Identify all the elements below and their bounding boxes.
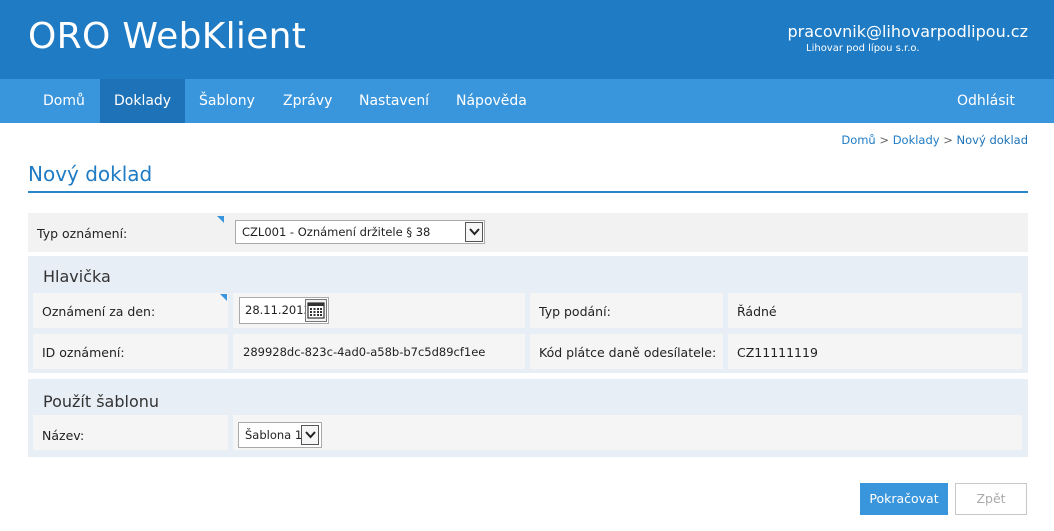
typ-podani-value: Řádné [737, 304, 777, 319]
typ-oznameni-select[interactable]: CZL001 - Oznámení držitele § 38 [235, 220, 485, 244]
user-email[interactable]: pracovnik@lihovarpodlipou.cz [788, 22, 1028, 41]
breadcrumb-item-domu[interactable]: Domů [841, 133, 875, 147]
typ-oznameni-label: Typ oznámení: [37, 226, 128, 241]
typ-oznameni-row: Typ oznámení: CZL001 - Oznámení držitele… [28, 213, 1028, 252]
date-value: 28.11.2013 [245, 303, 311, 317]
id-value-cell: 289928dc-823c-4ad0-a58b-b7c5d89cf1ee [233, 334, 525, 369]
calendar-icon[interactable] [305, 299, 327, 322]
chevron-down-icon[interactable] [301, 425, 319, 445]
typ-podani-label-cell: Typ podání: [530, 293, 723, 328]
kod-value: CZ11111119 [737, 345, 818, 360]
nav-item-sablony[interactable]: Šablony [185, 79, 269, 123]
breadcrumb-separator: > [879, 133, 890, 147]
id-value: 289928dc-823c-4ad0-a58b-b7c5d89cf1ee [243, 345, 486, 359]
template-name-label-cell: Název: [33, 415, 228, 450]
title-divider [28, 191, 1028, 193]
nav-item-nastaveni[interactable]: Nastavení [345, 79, 443, 123]
required-marker [217, 216, 224, 223]
chevron-down-icon[interactable] [465, 222, 483, 242]
template-select[interactable]: Šablona 1 [238, 422, 322, 448]
nav-item-napoveda[interactable]: Nápověda [442, 79, 541, 123]
template-name-value-cell [233, 415, 1022, 450]
template-name-value: Šablona 1 [245, 428, 303, 442]
nav-item-doklady[interactable]: Doklady [100, 79, 185, 123]
breadcrumb-separator: > [943, 133, 953, 147]
typ-oznameni-value: CZL001 - Oznámení držitele § 38 [242, 225, 431, 239]
required-marker [220, 294, 227, 301]
id-label: ID oznámení: [42, 345, 125, 360]
kod-value-cell: CZ11111119 [728, 334, 1022, 369]
continue-button[interactable]: Pokračovat [860, 483, 948, 515]
date-label: Oznámení za den: [42, 304, 156, 319]
template-name-label: Název: [42, 428, 85, 443]
date-label-cell: Oznámení za den: [33, 293, 228, 328]
template-section-title: Použít šablonu [43, 392, 160, 411]
logout-link[interactable]: Odhlásit [943, 79, 1029, 123]
kod-label-cell: Kód plátce daně odesílatele: [530, 334, 723, 369]
id-label-cell: ID oznámení: [33, 334, 228, 369]
typ-podani-value-cell: Řádné [728, 293, 1022, 328]
breadcrumb-item-doklady[interactable]: Doklady [893, 133, 940, 147]
typ-podani-label: Typ podání: [539, 304, 611, 319]
nav-item-zpravy[interactable]: Zprávy [269, 79, 346, 123]
app-title: ORO WebKlient [28, 16, 307, 57]
kod-label: Kód plátce daně odesílatele: [539, 345, 717, 360]
header-section-title: Hlavička [43, 267, 111, 286]
page-title: Nový doklad [28, 162, 153, 186]
nav-item-domu[interactable]: Domů [29, 79, 99, 123]
app-header: ORO WebKlient pracovnik@lihovarpodlipou.… [0, 0, 1054, 79]
main-nav: Domů Doklady Šablony Zprávy Nastavení Ná… [0, 79, 1054, 123]
breadcrumb: Domů > Doklady > Nový doklad [841, 133, 1028, 147]
breadcrumb-current: Nový doklad [956, 133, 1028, 147]
back-button[interactable]: Zpět [955, 483, 1027, 515]
user-company: Lihovar pod lípou s.r.o. [806, 43, 920, 54]
date-input[interactable]: 28.11.2013 [239, 297, 329, 324]
